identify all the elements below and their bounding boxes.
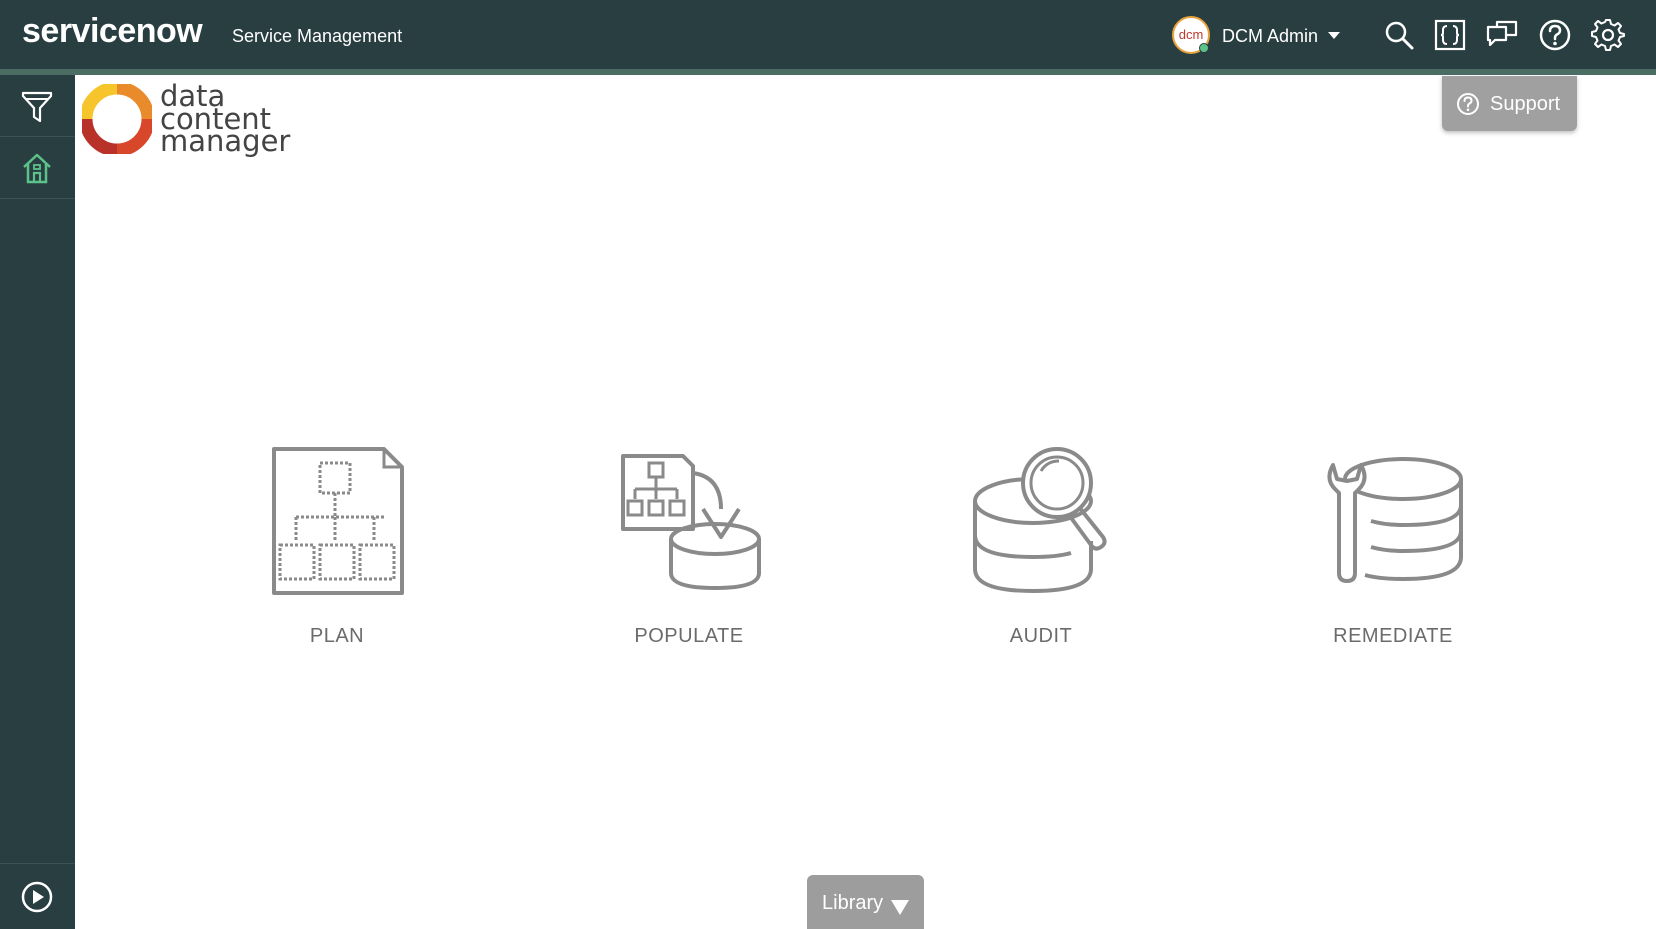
- chevron-down-icon[interactable]: [1328, 32, 1340, 39]
- support-label: Support: [1490, 93, 1561, 115]
- header-accent-bar: [0, 69, 1656, 75]
- library-toggle-button[interactable]: Library: [807, 875, 924, 929]
- home-icon: [23, 153, 51, 184]
- brand-text: servicenow: [22, 12, 203, 50]
- audit-database-icon: [973, 447, 1107, 594]
- tile-label-plan: PLAN: [309, 625, 365, 647]
- rail-item-play[interactable]: [0, 863, 75, 929]
- tile-label-populate: POPULATE: [634, 625, 744, 647]
- filter-icon: [21, 91, 53, 123]
- search-icon[interactable]: [1382, 18, 1416, 52]
- populate-database-icon: [621, 454, 761, 591]
- code-braces-icon[interactable]: [1433, 18, 1467, 52]
- remediate-database-icon: [1327, 457, 1463, 583]
- tile-populate[interactable]: POPULATE: [559, 445, 819, 655]
- chat-icon[interactable]: [1485, 18, 1519, 52]
- play-circle-icon: [21, 881, 53, 913]
- tile-audit[interactable]: AUDIT: [911, 445, 1171, 655]
- tile-plan[interactable]: PLAN: [207, 445, 467, 655]
- rail-item-home[interactable]: [0, 137, 75, 199]
- user-avatar[interactable]: dcm: [1172, 16, 1210, 54]
- library-label: Library: [822, 892, 884, 914]
- support-button[interactable]: Support: [1442, 76, 1577, 131]
- rail-item-filter[interactable]: [0, 75, 75, 137]
- tile-label-remediate: REMEDIATE: [1333, 625, 1453, 647]
- logo-word-manager: manager: [160, 124, 291, 158]
- gear-icon[interactable]: [1591, 18, 1625, 52]
- avatar-text: dcm: [1178, 27, 1204, 42]
- tile-remediate[interactable]: REMEDIATE: [1263, 445, 1523, 655]
- left-nav-rail: [0, 75, 75, 929]
- tile-label-audit: AUDIT: [1009, 625, 1073, 647]
- app-title: Service Management: [232, 26, 403, 46]
- dcm-ring-icon: [82, 84, 152, 154]
- triangle-down-icon: [891, 900, 909, 915]
- plan-document-icon: [272, 447, 404, 595]
- help-circle-icon: [1457, 93, 1479, 115]
- user-menu-name[interactable]: DCM Admin: [1222, 26, 1318, 47]
- data-content-manager-logo: data content manager: [82, 82, 302, 159]
- top-header: servicenow Service Management dcm DCM Ad…: [0, 0, 1656, 69]
- help-icon[interactable]: [1538, 18, 1572, 52]
- presence-indicator: [1199, 43, 1209, 53]
- servicenow-logo[interactable]: servicenow: [22, 12, 203, 51]
